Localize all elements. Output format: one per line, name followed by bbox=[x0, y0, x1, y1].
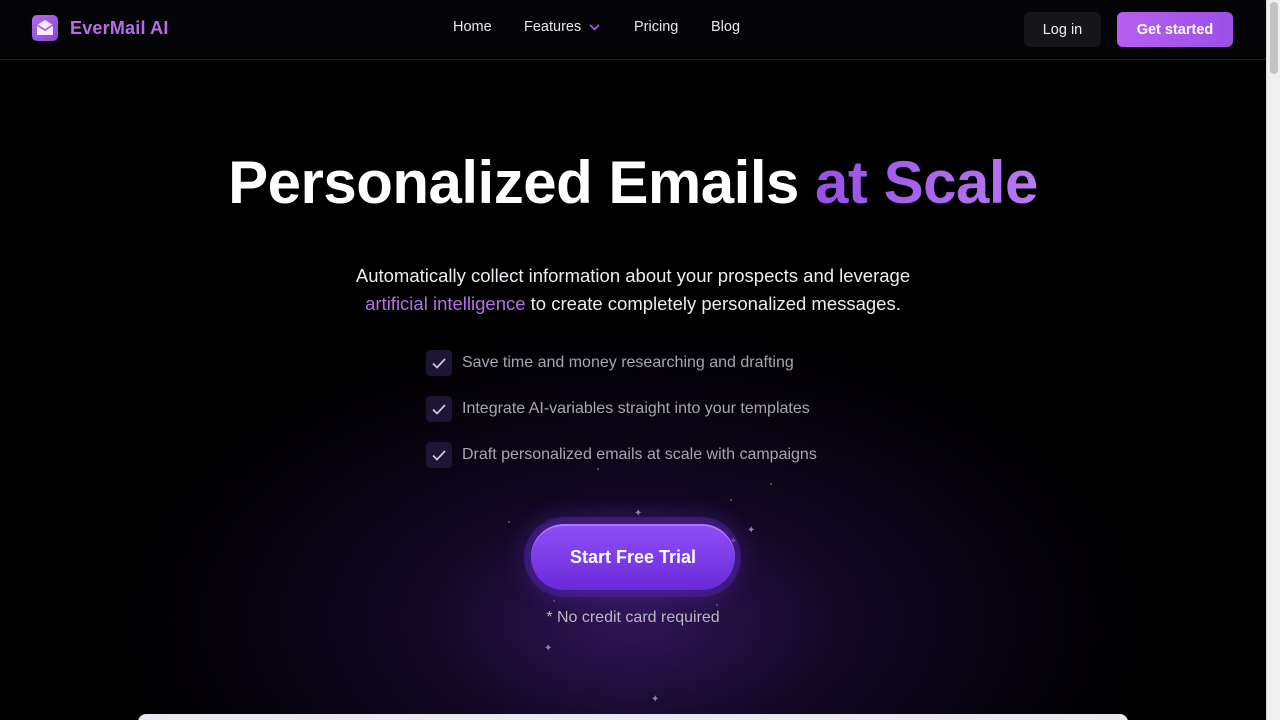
sparkle-icon: ✦ bbox=[747, 525, 756, 536]
hero-title-main: Personalized Emails bbox=[228, 149, 816, 216]
nav-features-dropdown[interactable]: Features bbox=[524, 19, 600, 35]
feature-list: Save time and money researching and draf… bbox=[426, 350, 817, 488]
app-preview-card bbox=[138, 714, 1128, 720]
no-credit-card-note: * No credit card required bbox=[546, 609, 720, 626]
hero-subtitle-highlight: artificial intelligence bbox=[365, 293, 526, 314]
landing-page: EverMail AI Home Features Pricing Blog L… bbox=[0, 0, 1266, 720]
sparkle-icon: ✦ bbox=[544, 643, 553, 654]
hero-subtitle-line1: Automatically collect information about … bbox=[355, 265, 911, 286]
envelope-icon bbox=[32, 15, 58, 41]
sparkle-dot bbox=[597, 468, 599, 470]
sparkle-dot bbox=[730, 499, 732, 501]
sparkle-dot bbox=[508, 521, 510, 523]
feature-item: Draft personalized emails at scale with … bbox=[426, 442, 817, 468]
feature-item: Integrate AI-variables straight into you… bbox=[426, 396, 817, 422]
nav-home-link[interactable]: Home bbox=[453, 19, 492, 35]
login-button[interactable]: Log in bbox=[1024, 12, 1101, 47]
chevron-down-icon bbox=[589, 23, 600, 31]
brand-logo[interactable]: EverMail AI bbox=[32, 15, 169, 41]
nav-features-label: Features bbox=[524, 19, 582, 35]
feature-text: Save time and money researching and draf… bbox=[462, 354, 794, 371]
sparkle-icon: ✦ bbox=[651, 694, 660, 705]
hero-title-accent: at Scale bbox=[815, 149, 1038, 216]
feature-text: Integrate AI-variables straight into you… bbox=[462, 400, 810, 417]
start-free-trial-button[interactable]: Start Free Trial bbox=[531, 524, 735, 590]
sparkle-dot bbox=[716, 604, 718, 606]
sparkle-dot bbox=[553, 600, 555, 602]
brand-name: EverMail AI bbox=[70, 17, 169, 38]
get-started-button[interactable]: Get started bbox=[1117, 12, 1233, 47]
hero-title: Personalized Emails at Scale bbox=[0, 148, 1266, 217]
nav-pricing-link[interactable]: Pricing bbox=[634, 19, 678, 35]
feature-item: Save time and money researching and draf… bbox=[426, 350, 817, 376]
top-navbar: EverMail AI Home Features Pricing Blog L… bbox=[0, 0, 1266, 60]
check-icon bbox=[426, 350, 452, 376]
scrollbar-thumb[interactable] bbox=[1270, 2, 1278, 74]
sparkle-dot bbox=[770, 483, 772, 485]
check-icon bbox=[426, 396, 452, 422]
nav-blog-link[interactable]: Blog bbox=[711, 19, 740, 35]
hero-subtitle-line2: to create completely personalized messag… bbox=[525, 293, 901, 314]
feature-text: Draft personalized emails at scale with … bbox=[462, 446, 817, 463]
page-scrollbar[interactable] bbox=[1266, 0, 1280, 720]
check-icon bbox=[426, 442, 452, 468]
hero-subtitle: Automatically collect information about … bbox=[0, 262, 1266, 318]
